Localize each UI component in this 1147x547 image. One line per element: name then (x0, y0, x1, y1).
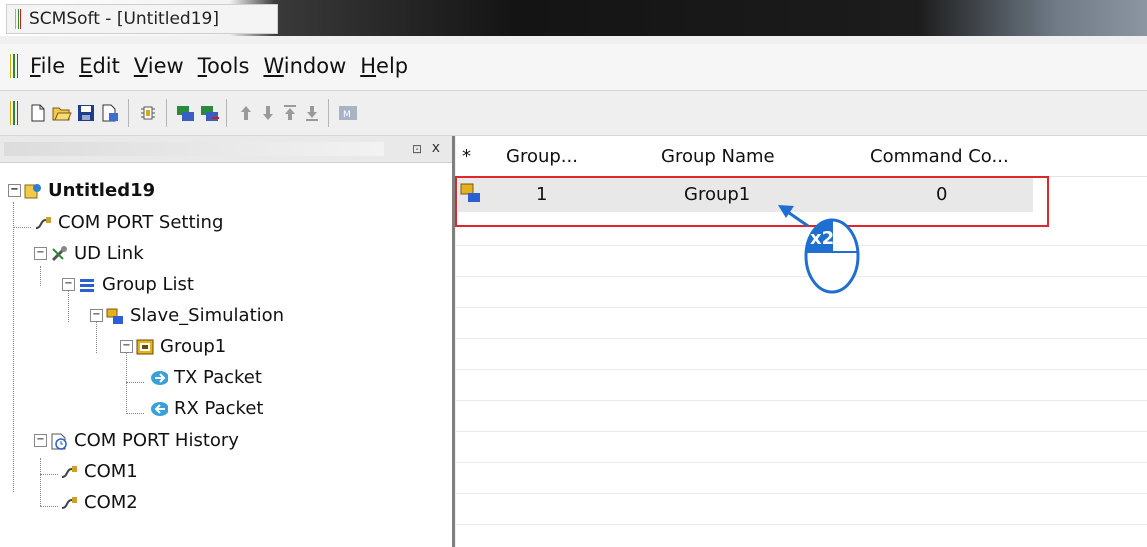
collapse-icon[interactable]: − (34, 247, 47, 260)
tree-label: COM1 (84, 461, 138, 482)
column-header-command-count[interactable]: Command Co... (870, 146, 1009, 167)
tree-node-com2[interactable]: COM2 (60, 492, 138, 513)
menu-view[interactable]: View (134, 54, 184, 78)
move-down-icon[interactable] (258, 103, 278, 123)
toolbar-grip-icon (10, 101, 18, 125)
tree-node-com-port-setting[interactable]: COM PORT Setting (34, 212, 223, 233)
rx-packet-icon (150, 400, 168, 418)
monitor-icon[interactable]: M (338, 103, 358, 123)
collapse-icon[interactable]: − (62, 278, 75, 291)
tree-label: RX Packet (174, 398, 264, 419)
column-header-group-number[interactable]: Group... (506, 146, 578, 167)
toolbar-separator (226, 99, 227, 127)
tree-label: Group1 (160, 336, 227, 357)
collapse-icon[interactable]: − (8, 184, 21, 197)
tree-label: Untitled19 (48, 180, 156, 201)
toolbar: M (0, 91, 1147, 136)
column-header-marker[interactable]: * (462, 146, 471, 167)
project-tree-pane: ⊡ x − Untitled19 COM PORT Setting − UD L… (0, 136, 455, 547)
serial-cable-icon (60, 463, 78, 481)
tree-node-group1[interactable]: − Group1 (120, 336, 226, 357)
menu-window[interactable]: Window (263, 54, 346, 78)
app-icon (15, 9, 22, 29)
list-icon (78, 276, 96, 294)
tree-node-ud-link[interactable]: − UD Link (34, 243, 144, 264)
pane-header: ⊡ x (0, 136, 452, 163)
serial-cable-icon (34, 214, 52, 232)
save-icon[interactable] (76, 103, 96, 123)
new-icon[interactable] (28, 103, 48, 123)
pane-restore-button[interactable]: ⊡ (412, 142, 422, 156)
tree-label: TX Packet (174, 367, 262, 388)
project-tree: − Untitled19 COM PORT Setting − UD Link … (0, 166, 452, 547)
menu-grip-icon (10, 54, 18, 78)
tree-node-com1[interactable]: COM1 (60, 461, 138, 482)
title-area: SCMSoft - [Untitled19] (6, 4, 278, 34)
svg-text:M: M (343, 110, 351, 120)
grid-header: * Group... Group Name Command Co... (456, 136, 1147, 177)
column-header-group-name[interactable]: Group Name (661, 146, 775, 167)
title-bar: SCMSoft - [Untitled19] (0, 0, 1147, 36)
toolbar-separator (128, 99, 129, 127)
row-highlight-box (455, 176, 1049, 227)
toolbar-separator (328, 99, 329, 127)
menu-edit[interactable]: Edit (79, 54, 120, 78)
slave-group-icon (106, 307, 124, 325)
tree-node-rx-packet[interactable]: RX Packet (150, 398, 263, 419)
tree-node-group-list[interactable]: − Group List (62, 274, 194, 295)
link-tools-icon (50, 245, 68, 263)
open-icon[interactable] (52, 103, 72, 123)
double-click-label: x2 (810, 228, 834, 249)
project-gear-icon (24, 182, 42, 200)
serial-cable-icon (60, 494, 78, 512)
window-title: SCMSoft - [Untitled19] (29, 9, 219, 29)
group-grid-pane: * Group... Group Name Command Co... 1 Gr… (455, 136, 1147, 547)
group-box-icon (136, 338, 154, 356)
pane-caption-bar (4, 142, 384, 156)
settings-icon[interactable] (138, 103, 158, 123)
tree-label: COM PORT History (74, 430, 239, 451)
move-up-icon[interactable] (236, 103, 256, 123)
tree-label: UD Link (74, 243, 144, 264)
menu-tools[interactable]: Tools (198, 54, 250, 78)
move-top-icon[interactable] (280, 103, 300, 123)
tree-node-com-port-history[interactable]: − COM PORT History (34, 430, 239, 451)
tree-label: Group List (102, 274, 194, 295)
menu-bar: File Edit View Tools Window Help (0, 44, 1147, 91)
history-icon (50, 432, 68, 450)
move-bottom-icon[interactable] (302, 103, 322, 123)
collapse-icon[interactable]: − (34, 434, 47, 447)
collapse-icon[interactable]: − (90, 309, 103, 322)
tree-label: COM2 (84, 492, 138, 513)
close-file-icon[interactable] (100, 103, 120, 123)
tree-node-tx-packet[interactable]: TX Packet (150, 367, 262, 388)
collapse-icon[interactable]: − (120, 340, 133, 353)
tree-node-slave-simulation[interactable]: − Slave_Simulation (90, 305, 284, 326)
double-click-annotation: x2 (778, 205, 860, 294)
menu-help[interactable]: Help (360, 54, 408, 78)
tree-node-project[interactable]: − Untitled19 (8, 180, 155, 201)
disconnect-icon[interactable] (200, 103, 220, 123)
tree-label: COM PORT Setting (58, 212, 224, 233)
connect-icon[interactable] (176, 103, 196, 123)
toolbar-separator (166, 99, 167, 127)
tree-label: Slave_Simulation (130, 305, 285, 326)
tx-packet-icon (150, 369, 168, 387)
menu-file[interactable]: File (30, 54, 65, 78)
pane-close-button[interactable]: x (432, 140, 440, 156)
